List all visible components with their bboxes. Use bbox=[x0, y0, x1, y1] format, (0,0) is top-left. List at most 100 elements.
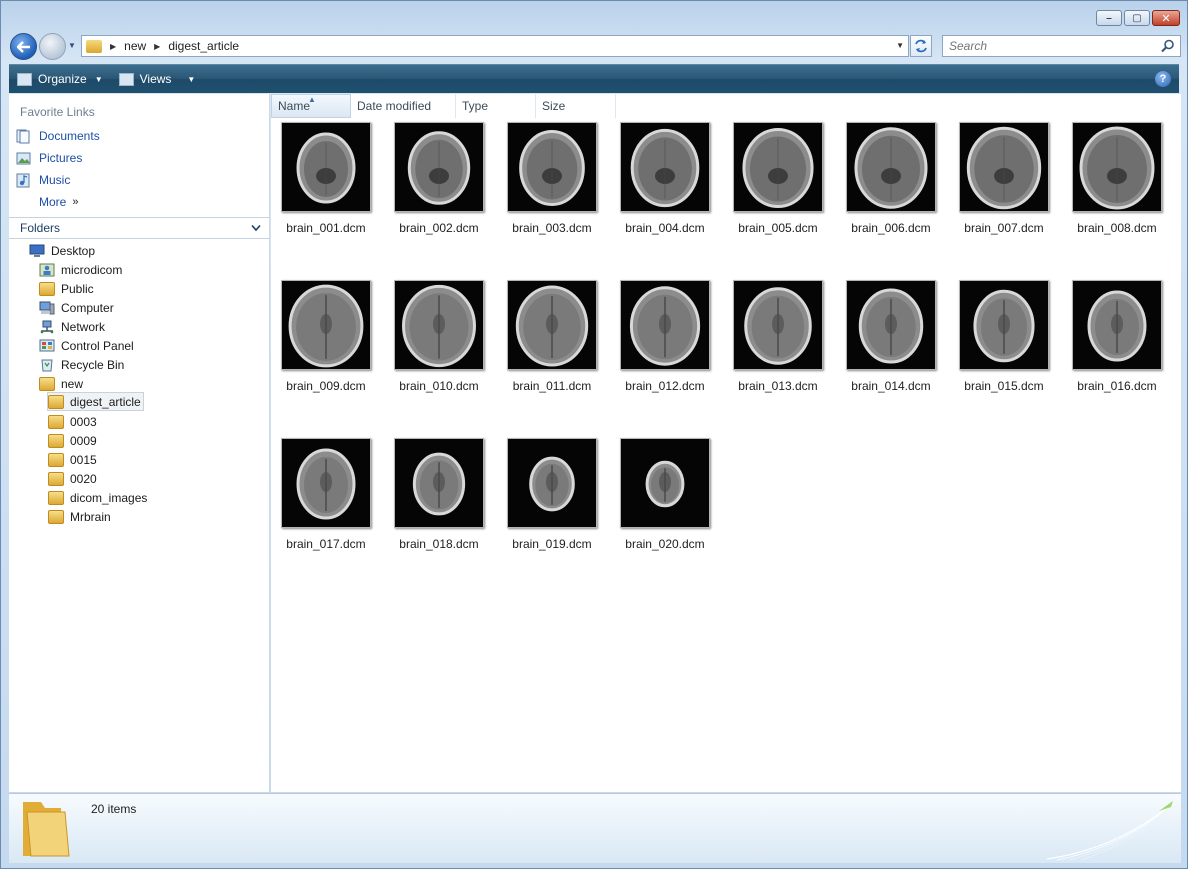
views-button[interactable]: Views ▼ bbox=[111, 65, 204, 93]
tree-item-0003[interactable]: 0003 bbox=[48, 412, 97, 431]
column-header-label: Date modified bbox=[357, 99, 432, 113]
file-item[interactable]: brain_002.dcm bbox=[394, 122, 507, 235]
file-item[interactable]: brain_013.dcm bbox=[733, 280, 846, 393]
tree-item-microdicom[interactable]: microdicom bbox=[39, 260, 122, 279]
file-item[interactable]: brain_010.dcm bbox=[394, 280, 507, 393]
breadcrumb-separator-icon[interactable]: ▶ bbox=[110, 42, 116, 51]
file-item[interactable]: brain_007.dcm bbox=[959, 122, 1072, 235]
file-thumbnail[interactable] bbox=[959, 280, 1049, 370]
file-name: brain_018.dcm bbox=[399, 537, 479, 551]
file-thumbnail[interactable] bbox=[394, 122, 484, 212]
tree-item-public[interactable]: Public bbox=[39, 279, 94, 298]
chevron-down-icon[interactable] bbox=[251, 221, 261, 235]
file-item[interactable]: brain_020.dcm bbox=[620, 438, 733, 551]
file-item[interactable]: brain_015.dcm bbox=[959, 280, 1072, 393]
mri-slice-image bbox=[966, 126, 1042, 210]
tree-item-recycle-bin[interactable]: Recycle Bin bbox=[39, 355, 124, 374]
search-box[interactable] bbox=[942, 35, 1181, 57]
file-thumbnail[interactable] bbox=[733, 122, 823, 212]
file-thumbnail[interactable] bbox=[507, 122, 597, 212]
file-thumbnail[interactable] bbox=[394, 280, 484, 370]
file-item[interactable]: brain_009.dcm bbox=[281, 280, 394, 393]
file-thumbnail[interactable] bbox=[846, 280, 936, 370]
favorite-pictures[interactable]: Pictures bbox=[16, 149, 82, 167]
tree-item-dicom-images[interactable]: dicom_images bbox=[48, 488, 147, 507]
file-thumbnail[interactable] bbox=[620, 438, 710, 528]
file-thumbnail[interactable] bbox=[281, 438, 371, 528]
tree-item-0015[interactable]: 0015 bbox=[48, 450, 97, 469]
tree-label: new bbox=[61, 376, 84, 391]
maximize-button[interactable]: ▢ bbox=[1124, 10, 1150, 26]
file-item[interactable]: brain_016.dcm bbox=[1072, 280, 1185, 393]
file-thumbnail[interactable] bbox=[281, 122, 371, 212]
breadcrumb-new[interactable]: new bbox=[124, 39, 146, 53]
help-button[interactable]: ? bbox=[1155, 71, 1171, 87]
file-thumbnail[interactable] bbox=[620, 122, 710, 212]
file-item[interactable]: brain_014.dcm bbox=[846, 280, 959, 393]
file-thumbnail[interactable] bbox=[846, 122, 936, 212]
tree-label: 0020 bbox=[70, 471, 97, 486]
file-thumbnail[interactable] bbox=[1072, 122, 1162, 212]
file-item[interactable]: brain_018.dcm bbox=[394, 438, 507, 551]
favorite-music[interactable]: Music bbox=[16, 171, 70, 189]
search-input[interactable] bbox=[947, 38, 1147, 54]
tree-item-new[interactable]: new bbox=[39, 374, 83, 393]
file-item[interactable]: brain_011.dcm bbox=[507, 280, 620, 393]
pictures-icon bbox=[16, 152, 31, 164]
address-bar[interactable]: ▶ new ▶ digest_article ▼ bbox=[81, 35, 909, 57]
file-item[interactable]: brain_019.dcm bbox=[507, 438, 620, 551]
file-name: brain_003.dcm bbox=[512, 221, 592, 235]
tree-item-control-panel[interactable]: Control Panel bbox=[39, 336, 134, 355]
file-name: brain_010.dcm bbox=[399, 379, 479, 393]
file-thumbnail[interactable] bbox=[620, 280, 710, 370]
file-thumbnail[interactable] bbox=[959, 122, 1049, 212]
file-item[interactable]: brain_003.dcm bbox=[507, 122, 620, 235]
minimize-button[interactable]: – bbox=[1096, 10, 1122, 26]
mri-slice-image bbox=[858, 288, 924, 364]
tree-item-desktop[interactable]: Desktop bbox=[29, 241, 95, 260]
computer-icon bbox=[39, 301, 55, 314]
tree-item-digest-article[interactable]: digest_article bbox=[47, 392, 144, 411]
back-button[interactable] bbox=[10, 33, 37, 60]
file-thumbnail[interactable] bbox=[281, 280, 371, 370]
column-header-size[interactable]: Size bbox=[536, 94, 616, 118]
folders-header[interactable]: Folders bbox=[9, 217, 269, 239]
close-button[interactable]: ✕ bbox=[1152, 10, 1180, 26]
tree-item-mrbrain[interactable]: Mrbrain bbox=[48, 507, 111, 526]
forward-button[interactable] bbox=[39, 33, 66, 60]
file-item[interactable]: brain_001.dcm bbox=[281, 122, 394, 235]
address-dropdown-icon[interactable]: ▼ bbox=[896, 41, 904, 50]
tree-item-network[interactable]: Network bbox=[39, 317, 105, 336]
breadcrumb-separator-icon[interactable]: ▶ bbox=[154, 42, 160, 51]
column-header-type[interactable]: Type bbox=[456, 94, 536, 118]
recent-pages-dropdown[interactable]: ▼ bbox=[68, 41, 76, 50]
tree-item-0020[interactable]: 0020 bbox=[48, 469, 97, 488]
file-item[interactable]: brain_006.dcm bbox=[846, 122, 959, 235]
organize-button[interactable]: Organize ▼ bbox=[9, 65, 111, 93]
file-thumbnail[interactable] bbox=[507, 280, 597, 370]
column-header-name[interactable]: ▲ Name bbox=[271, 94, 351, 118]
mri-slice-image bbox=[629, 286, 701, 366]
file-item[interactable]: brain_012.dcm bbox=[620, 280, 733, 393]
file-item[interactable]: brain_017.dcm bbox=[281, 438, 394, 551]
breadcrumb-digest-article[interactable]: digest_article bbox=[168, 39, 239, 53]
file-thumbnail[interactable] bbox=[507, 438, 597, 528]
favorite-documents[interactable]: Documents bbox=[16, 127, 100, 145]
search-icon[interactable] bbox=[1161, 39, 1175, 53]
folder-icon bbox=[39, 281, 55, 296]
file-thumbnail[interactable] bbox=[1072, 280, 1162, 370]
file-thumbnail[interactable] bbox=[394, 438, 484, 528]
favorite-more[interactable]: More » bbox=[39, 193, 78, 211]
column-header-date-modified[interactable]: Date modified bbox=[351, 94, 456, 118]
refresh-button[interactable] bbox=[910, 35, 932, 57]
file-item[interactable]: brain_004.dcm bbox=[620, 122, 733, 235]
file-item[interactable]: brain_008.dcm bbox=[1072, 122, 1185, 235]
file-name: brain_001.dcm bbox=[286, 221, 366, 235]
file-item[interactable]: brain_005.dcm bbox=[733, 122, 846, 235]
tree-item-computer[interactable]: Computer bbox=[39, 298, 114, 317]
command-toolbar: Organize ▼ Views ▼ ? bbox=[9, 64, 1179, 93]
tree-item-0009[interactable]: 0009 bbox=[48, 431, 97, 450]
back-arrow-icon bbox=[16, 40, 30, 53]
file-thumbnail[interactable] bbox=[733, 280, 823, 370]
tree-label: Recycle Bin bbox=[61, 357, 125, 372]
